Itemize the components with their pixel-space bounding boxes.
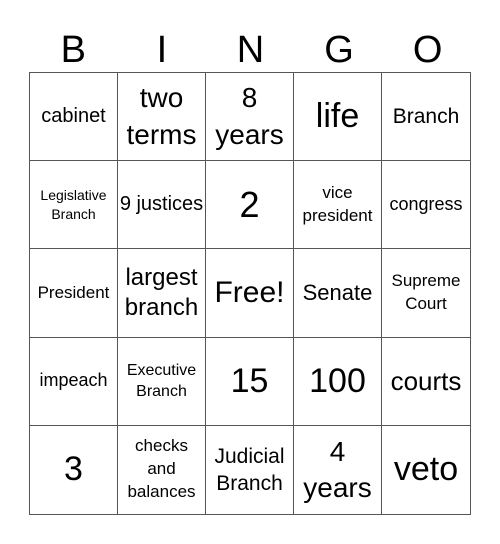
header-letter-o: O: [412, 29, 443, 71]
bingo-cell[interactable]: vice president: [294, 161, 382, 250]
bingo-header: B I N G O: [29, 28, 472, 72]
bingo-cell[interactable]: 4 years: [294, 425, 382, 514]
bingo-cell[interactable]: President: [30, 249, 118, 338]
bingo-cell[interactable]: 8 years: [206, 73, 294, 162]
bingo-cell[interactable]: two terms: [118, 73, 206, 162]
bingo-grid: cabinet two terms 8 years life Branch Le…: [29, 72, 471, 515]
bingo-cell[interactable]: largest branch: [118, 249, 206, 338]
bingo-cell[interactable]: 2: [206, 161, 294, 250]
bingo-cell[interactable]: 9 justices: [118, 161, 206, 250]
header-letter-g: G: [324, 29, 354, 71]
free-space-cell[interactable]: Free!: [206, 249, 294, 338]
bingo-cell[interactable]: 3: [30, 425, 118, 514]
header-letter-b: B: [60, 29, 86, 71]
bingo-cell[interactable]: 15: [206, 337, 294, 426]
bingo-cell[interactable]: life: [294, 73, 382, 162]
bingo-cell[interactable]: impeach: [30, 337, 118, 426]
bingo-cell[interactable]: congress: [382, 161, 470, 250]
bingo-cell[interactable]: Judicial Branch: [206, 425, 294, 514]
bingo-cell[interactable]: Executive Branch: [118, 337, 206, 426]
bingo-cell[interactable]: Branch: [382, 73, 470, 162]
bingo-cell[interactable]: Senate: [294, 249, 382, 338]
bingo-cell[interactable]: courts: [382, 338, 470, 426]
bingo-cell[interactable]: cabinet: [30, 73, 118, 162]
bingo-cell[interactable]: checks and balances: [118, 425, 206, 514]
bingo-cell[interactable]: 100: [294, 337, 382, 426]
bingo-cell[interactable]: Supreme Court: [382, 249, 470, 338]
header-letter-i: I: [156, 29, 168, 71]
bingo-cell[interactable]: veto: [382, 426, 470, 514]
header-letter-n: N: [236, 29, 265, 71]
bingo-cell[interactable]: Legislative Branch: [30, 161, 118, 250]
